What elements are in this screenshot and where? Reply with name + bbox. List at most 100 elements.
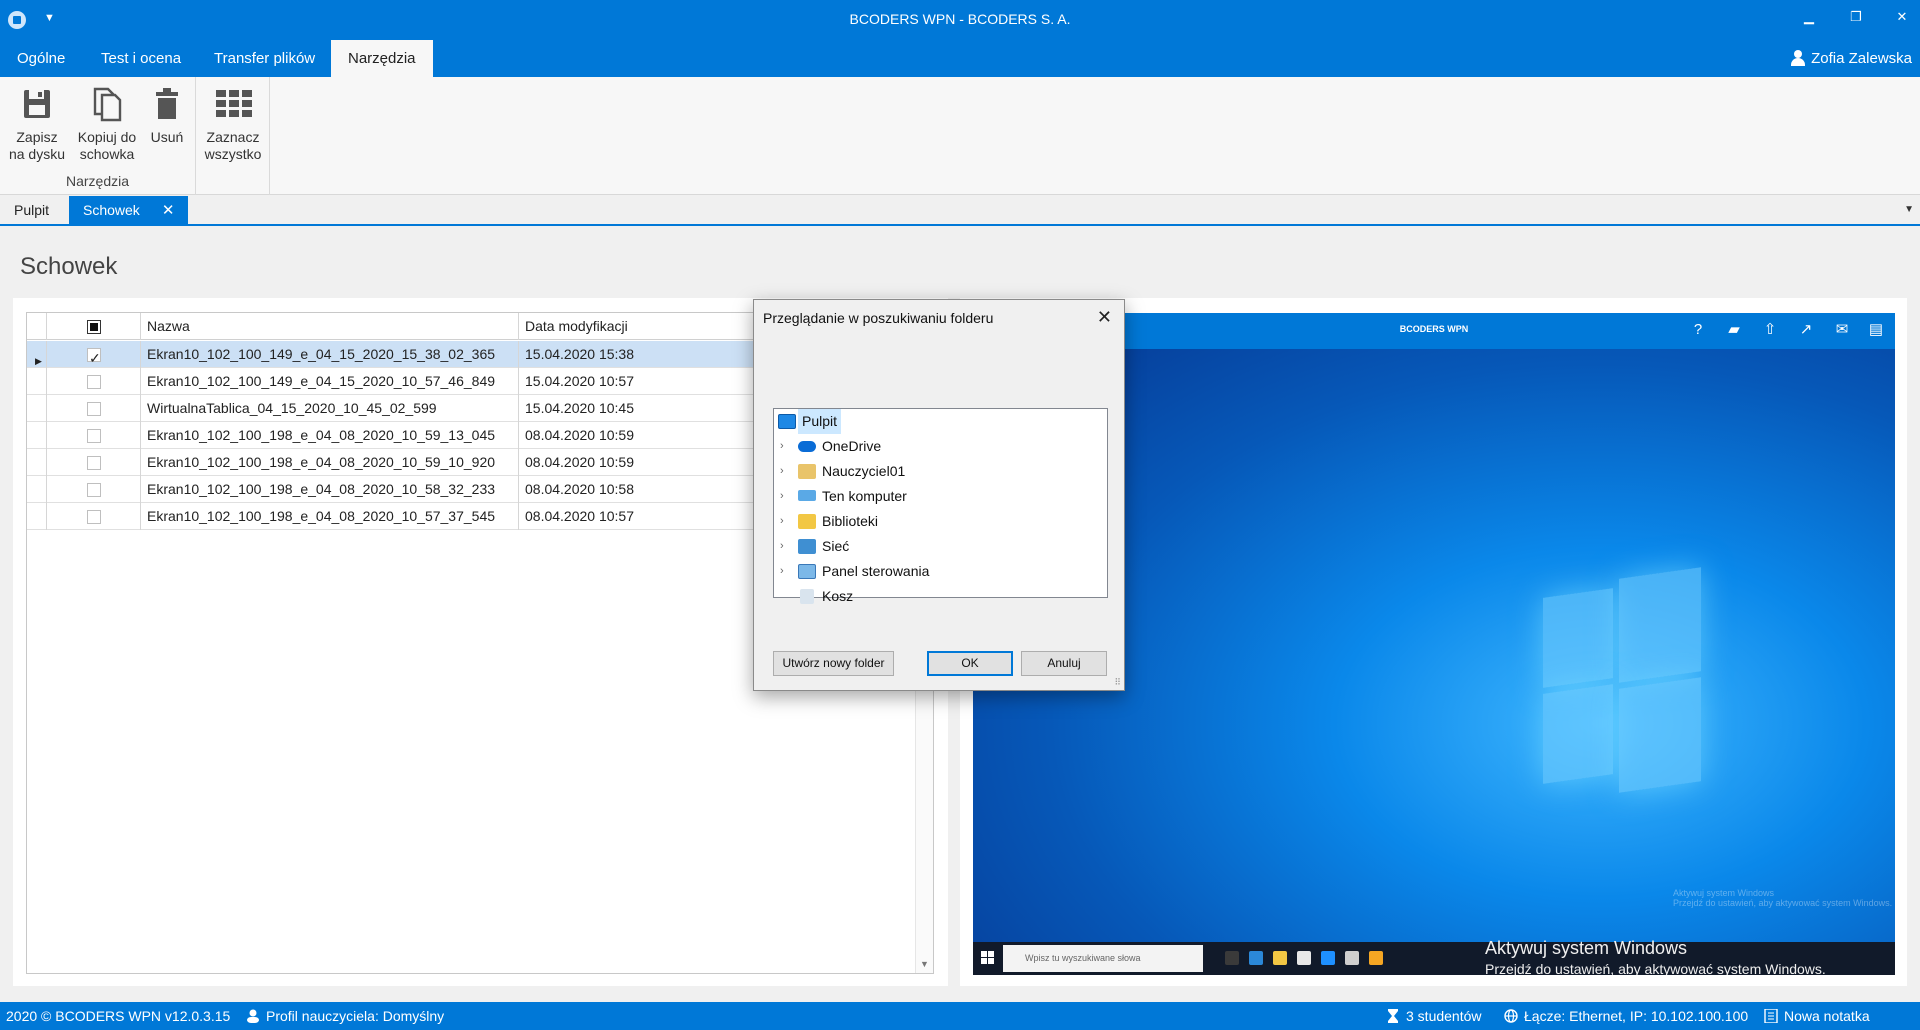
expand-icon[interactable]: › [780,509,784,534]
desktop-icon [778,414,796,429]
scroll-down-icon[interactable]: ▼ [920,959,929,969]
network-icon [798,539,816,554]
copy-label-2: schowka [79,146,135,162]
expand-icon[interactable]: › [780,559,784,584]
save-to-disk-button[interactable]: Zapisz na dysku [4,85,70,163]
folder-tree[interactable]: Pulpit › OneDrive › Nauczyciel01 › Ten k… [773,408,1108,604]
row-checkbox[interactable] [87,429,101,443]
explorer-icon [1273,951,1287,965]
row-checkbox[interactable] [87,483,101,497]
computer-icon [798,490,816,501]
control-panel-icon [798,564,816,579]
user-icon [1791,50,1806,66]
expand-icon[interactable]: › [780,534,784,559]
expand-icon[interactable]: › [780,434,784,459]
status-bar: 2020 © BCODERS WPN v12.0.3.15 Profil nau… [0,1002,1920,1030]
status-profile-label: Profil nauczyciela: Domyślny [266,1008,445,1024]
doc-tab-schowek[interactable]: Schowek ✕ [69,196,189,224]
teacher-profile-icon [246,1009,260,1023]
recycle-bin-icon [800,589,814,604]
folder-icon: ▰ [1728,321,1740,338]
row-name: Ekran10_102_100_198_e_04_08_2020_10_59_1… [141,422,519,449]
libraries-icon [798,514,816,529]
row-indicator-cell [27,395,47,422]
mail-app-icon [1321,951,1335,965]
edge-icon [1249,951,1263,965]
window-title: BCODERS WPN - BCODERS S. A. [849,11,1071,27]
column-header-name[interactable]: Nazwa [141,313,519,340]
row-indicator-cell: ▶ [27,341,47,368]
status-connection: Łącze: Ethernet, IP: 10.102.100.100 [1504,1008,1748,1024]
minimize-button[interactable]: ▁ [1795,6,1823,28]
select-all-label-2: wszystko [204,146,262,162]
select-all-button[interactable]: Zaznacz wszystko [200,85,266,163]
store-icon [1297,951,1311,965]
status-profile[interactable]: Profil nauczyciela: Domyślny [246,1008,444,1024]
copy-label-1: Kopiuj do [77,129,137,145]
expand-icon[interactable]: › [780,459,784,484]
row-indicator-cell [27,476,47,503]
close-button[interactable]: ✕ [1888,6,1916,28]
tab-narzedzia[interactable]: Narzędzia [331,40,433,77]
select-all-checkbox[interactable] [87,320,101,334]
status-version: 2020 © BCODERS WPN v12.0.3.15 [6,1008,231,1024]
tab-ogolne[interactable]: Ogólne [0,40,82,77]
browse-folder-dialog: Przeglądanie w poszukiwaniu folderu ✕ Pu… [753,299,1125,691]
title-bar: ▼ BCODERS WPN - BCODERS S. A. ▁ ❐ ✕ [0,0,1920,40]
new-note-button[interactable]: Nowa notatka [1764,1008,1870,1024]
row-check-cell [47,503,141,530]
close-tab-icon[interactable]: ✕ [162,202,175,219]
restore-button[interactable]: ❐ [1842,6,1870,28]
user-info[interactable]: Zofia Zalewska [1791,40,1912,77]
header-indicator-cell [27,313,47,340]
row-check-cell [47,368,141,395]
row-indicator-cell [27,503,47,530]
delete-button[interactable]: Usuń [146,85,188,146]
copy-icon [90,85,124,123]
status-students-label: 3 studentów [1406,1008,1482,1024]
current-row-icon: ▶ [35,356,42,366]
header-select-all-cell[interactable] [47,313,141,340]
menu-tabs: Ogólne Test i ocena Transfer plików Narz… [0,40,1920,77]
row-name: Ekran10_102_100_198_e_04_08_2020_10_57_3… [141,503,519,530]
user-name: Zofia Zalewska [1811,50,1912,67]
doc-tab-pulpit[interactable]: Pulpit [0,196,63,224]
row-checkbox[interactable] [87,345,101,368]
hourglass-icon [1386,1009,1400,1023]
globe-icon [1504,1009,1518,1023]
expand-icon[interactable]: › [780,484,784,509]
tabs-dropdown-icon[interactable]: ▼ [1904,204,1914,215]
delete-label: Usuń [150,129,184,145]
user-folder-icon [798,464,816,479]
resize-grip-icon[interactable]: ⠿ [1114,677,1121,688]
help-icon: ? [1693,321,1703,338]
copy-to-clipboard-button[interactable]: Kopiuj do schowka [72,85,142,163]
save-label-1: Zapisz [16,129,58,145]
wpn-app-icon [1369,951,1383,965]
row-check-cell [47,395,141,422]
row-indicator-cell [27,422,47,449]
notepad-icon [1345,951,1359,965]
dialog-close-button[interactable]: ✕ [1097,307,1112,328]
doc-tab-schowek-label: Schowek [83,202,140,218]
ok-button[interactable]: OK [927,651,1013,676]
ribbon-group-label: Narzędzia [65,173,130,189]
document-tabs: Pulpit Schowek ✕ ▼ [0,196,1920,226]
tab-test-i-ocena[interactable]: Test i ocena [84,40,198,77]
row-checkbox[interactable] [87,375,101,389]
status-students[interactable]: 3 studentów [1386,1008,1482,1024]
note-icon: ▤ [1868,321,1884,338]
row-checkbox[interactable] [87,402,101,416]
save-label-2: na dysku [8,146,66,162]
grid-icon [216,85,252,123]
row-check-cell [47,476,141,503]
cancel-button[interactable]: Anuluj [1021,651,1107,676]
new-folder-button[interactable]: Utwórz nowy folder [773,651,894,676]
row-checkbox[interactable] [87,510,101,524]
tab-transfer-plikow[interactable]: Transfer plików [197,40,332,77]
row-check-cell [47,341,141,368]
row-check-cell [47,422,141,449]
row-checkbox[interactable] [87,456,101,470]
chart-icon: ↗ [1799,321,1813,338]
start-icon [981,951,995,965]
